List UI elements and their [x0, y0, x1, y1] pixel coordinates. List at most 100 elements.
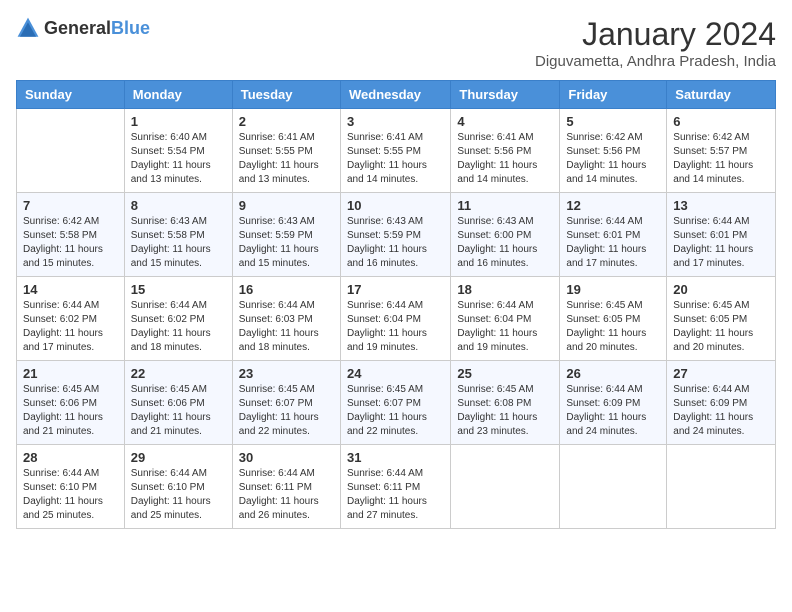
day-info: Sunrise: 6:44 AM Sunset: 6:01 PM Dayligh…	[673, 215, 769, 271]
day-info: Sunrise: 6:44 AM Sunset: 6:02 PM Dayligh…	[23, 299, 118, 355]
day-number: 2	[239, 114, 334, 129]
calendar-cell: 17Sunrise: 6:44 AM Sunset: 6:04 PM Dayli…	[340, 277, 450, 361]
calendar-cell: 1 Sunrise: 6:40 AM Sunset: 5:54 PM Daylig…	[124, 109, 232, 193]
calendar-cell: 25 Sunrise: 6:45 AM Sunset: 6:08 PM Dayli…	[451, 361, 560, 445]
calendar-cell	[451, 445, 560, 529]
day-number: 23	[239, 366, 334, 381]
day-info: Sunrise: 6:42 AM Sunset: 5:56 PM Dayligh…	[566, 131, 660, 187]
calendar-week-row: 1 Sunrise: 6:40 AM Sunset: 5:54 PM Daylig…	[17, 109, 776, 193]
day-number: 19	[566, 282, 660, 297]
weekday-header-wednesday: Wednesday	[340, 81, 450, 109]
logo-blue-text: Blue	[111, 18, 150, 38]
day-info: Sunrise: 6:43 AM Sunset: 5:59 PM Dayligh…	[347, 215, 444, 271]
day-info: Sunrise: 6:41 AM Sunset: 5:55 PM Dayligh…	[347, 131, 444, 187]
day-number: 31	[347, 450, 444, 465]
day-number: 7	[23, 198, 118, 213]
logo-icon	[16, 16, 40, 40]
weekday-header-monday: Monday	[124, 81, 232, 109]
day-info: Sunrise: 6:45 AM Sunset: 6:07 PM Dayligh…	[347, 383, 444, 439]
logo: GeneralBlue	[16, 16, 150, 40]
calendar-cell: 30 Sunrise: 6:44 AM Sunset: 6:11 PM Dayli…	[232, 445, 340, 529]
calendar-cell: 29 Sunrise: 6:44 AM Sunset: 6:10 PM Dayli…	[124, 445, 232, 529]
day-info: Sunrise: 6:42 AM Sunset: 5:58 PM Dayligh…	[23, 215, 118, 271]
weekday-header-row: SundayMondayTuesdayWednesdayThursdayFrid…	[17, 81, 776, 109]
calendar-cell: 14Sunrise: 6:44 AM Sunset: 6:02 PM Dayli…	[17, 277, 125, 361]
day-info: Sunrise: 6:43 AM Sunset: 5:58 PM Dayligh…	[131, 215, 226, 271]
day-number: 4	[457, 114, 553, 129]
calendar-cell: 26Sunrise: 6:44 AM Sunset: 6:09 PM Dayli…	[560, 361, 667, 445]
calendar-cell	[667, 445, 776, 529]
calendar-cell: 23 Sunrise: 6:45 AM Sunset: 6:07 PM Dayli…	[232, 361, 340, 445]
weekday-header-saturday: Saturday	[667, 81, 776, 109]
calendar-cell	[560, 445, 667, 529]
day-number: 27	[673, 366, 769, 381]
day-number: 3	[347, 114, 444, 129]
day-info: Sunrise: 6:45 AM Sunset: 6:08 PM Dayligh…	[457, 383, 553, 439]
calendar-cell: 2 Sunrise: 6:41 AM Sunset: 5:55 PM Daylig…	[232, 109, 340, 193]
day-number: 5	[566, 114, 660, 129]
day-number: 8	[131, 198, 226, 213]
calendar-cell: 21 Sunrise: 6:45 AM Sunset: 6:06 PM Dayli…	[17, 361, 125, 445]
calendar-cell: 16Sunrise: 6:44 AM Sunset: 6:03 PM Dayli…	[232, 277, 340, 361]
calendar-cell: 6 Sunrise: 6:42 AM Sunset: 5:57 PM Daylig…	[667, 109, 776, 193]
calendar-week-row: 21 Sunrise: 6:45 AM Sunset: 6:06 PM Dayli…	[17, 361, 776, 445]
day-number: 1	[131, 114, 226, 129]
day-number: 29	[131, 450, 226, 465]
day-info: Sunrise: 6:44 AM Sunset: 6:02 PM Dayligh…	[131, 299, 226, 355]
calendar-table: SundayMondayTuesdayWednesdayThursdayFrid…	[16, 80, 776, 529]
day-info: Sunrise: 6:45 AM Sunset: 6:06 PM Dayligh…	[23, 383, 118, 439]
day-number: 20	[673, 282, 769, 297]
day-info: Sunrise: 6:44 AM Sunset: 6:11 PM Dayligh…	[239, 467, 334, 523]
calendar-cell: 20 Sunrise: 6:45 AM Sunset: 6:05 PM Dayli…	[667, 277, 776, 361]
day-info: Sunrise: 6:41 AM Sunset: 5:55 PM Dayligh…	[239, 131, 334, 187]
calendar-cell: 27 Sunrise: 6:44 AM Sunset: 6:09 PM Dayli…	[667, 361, 776, 445]
day-info: Sunrise: 6:43 AM Sunset: 5:59 PM Dayligh…	[239, 215, 334, 271]
location-subtitle: Diguvametta, Andhra Pradesh, India	[535, 53, 776, 70]
calendar-cell: 22 Sunrise: 6:45 AM Sunset: 6:06 PM Dayli…	[124, 361, 232, 445]
day-info: Sunrise: 6:44 AM Sunset: 6:10 PM Dayligh…	[131, 467, 226, 523]
day-number: 21	[23, 366, 118, 381]
calendar-cell: 13Sunrise: 6:44 AM Sunset: 6:01 PM Dayli…	[667, 193, 776, 277]
page-header: GeneralBlue January 2024 Diguvametta, An…	[16, 16, 776, 70]
weekday-header-tuesday: Tuesday	[232, 81, 340, 109]
calendar-cell: 24Sunrise: 6:45 AM Sunset: 6:07 PM Dayli…	[340, 361, 450, 445]
calendar-week-row: 7 Sunrise: 6:42 AM Sunset: 5:58 PM Daylig…	[17, 193, 776, 277]
calendar-cell: 11 Sunrise: 6:43 AM Sunset: 6:00 PM Dayli…	[451, 193, 560, 277]
calendar-cell: 4 Sunrise: 6:41 AM Sunset: 5:56 PM Daylig…	[451, 109, 560, 193]
calendar-cell: 18 Sunrise: 6:44 AM Sunset: 6:04 PM Dayli…	[451, 277, 560, 361]
calendar-cell: 5 Sunrise: 6:42 AM Sunset: 5:56 PM Daylig…	[560, 109, 667, 193]
month-year-title: January 2024	[535, 16, 776, 53]
day-info: Sunrise: 6:44 AM Sunset: 6:04 PM Dayligh…	[457, 299, 553, 355]
day-info: Sunrise: 6:44 AM Sunset: 6:01 PM Dayligh…	[566, 215, 660, 271]
day-info: Sunrise: 6:45 AM Sunset: 6:05 PM Dayligh…	[673, 299, 769, 355]
day-number: 22	[131, 366, 226, 381]
day-info: Sunrise: 6:45 AM Sunset: 6:07 PM Dayligh…	[239, 383, 334, 439]
day-number: 9	[239, 198, 334, 213]
day-info: Sunrise: 6:43 AM Sunset: 6:00 PM Dayligh…	[457, 215, 553, 271]
day-number: 17	[347, 282, 444, 297]
calendar-cell: 9 Sunrise: 6:43 AM Sunset: 5:59 PM Daylig…	[232, 193, 340, 277]
day-number: 30	[239, 450, 334, 465]
day-info: Sunrise: 6:44 AM Sunset: 6:03 PM Dayligh…	[239, 299, 334, 355]
day-info: Sunrise: 6:42 AM Sunset: 5:57 PM Dayligh…	[673, 131, 769, 187]
day-info: Sunrise: 6:41 AM Sunset: 5:56 PM Dayligh…	[457, 131, 553, 187]
day-number: 12	[566, 198, 660, 213]
day-info: Sunrise: 6:44 AM Sunset: 6:09 PM Dayligh…	[673, 383, 769, 439]
calendar-cell: 12 Sunrise: 6:44 AM Sunset: 6:01 PM Dayli…	[560, 193, 667, 277]
day-number: 15	[131, 282, 226, 297]
day-info: Sunrise: 6:45 AM Sunset: 6:06 PM Dayligh…	[131, 383, 226, 439]
calendar-week-row: 28Sunrise: 6:44 AM Sunset: 6:10 PM Dayli…	[17, 445, 776, 529]
weekday-header-thursday: Thursday	[451, 81, 560, 109]
title-block: January 2024 Diguvametta, Andhra Pradesh…	[535, 16, 776, 70]
day-number: 11	[457, 198, 553, 213]
calendar-cell: 31 Sunrise: 6:44 AM Sunset: 6:11 PM Dayli…	[340, 445, 450, 529]
day-number: 6	[673, 114, 769, 129]
calendar-cell: 15 Sunrise: 6:44 AM Sunset: 6:02 PM Dayli…	[124, 277, 232, 361]
day-number: 25	[457, 366, 553, 381]
calendar-cell: 8 Sunrise: 6:43 AM Sunset: 5:58 PM Daylig…	[124, 193, 232, 277]
weekday-header-sunday: Sunday	[17, 81, 125, 109]
day-info: Sunrise: 6:40 AM Sunset: 5:54 PM Dayligh…	[131, 131, 226, 187]
day-info: Sunrise: 6:45 AM Sunset: 6:05 PM Dayligh…	[566, 299, 660, 355]
day-info: Sunrise: 6:44 AM Sunset: 6:11 PM Dayligh…	[347, 467, 444, 523]
day-number: 18	[457, 282, 553, 297]
